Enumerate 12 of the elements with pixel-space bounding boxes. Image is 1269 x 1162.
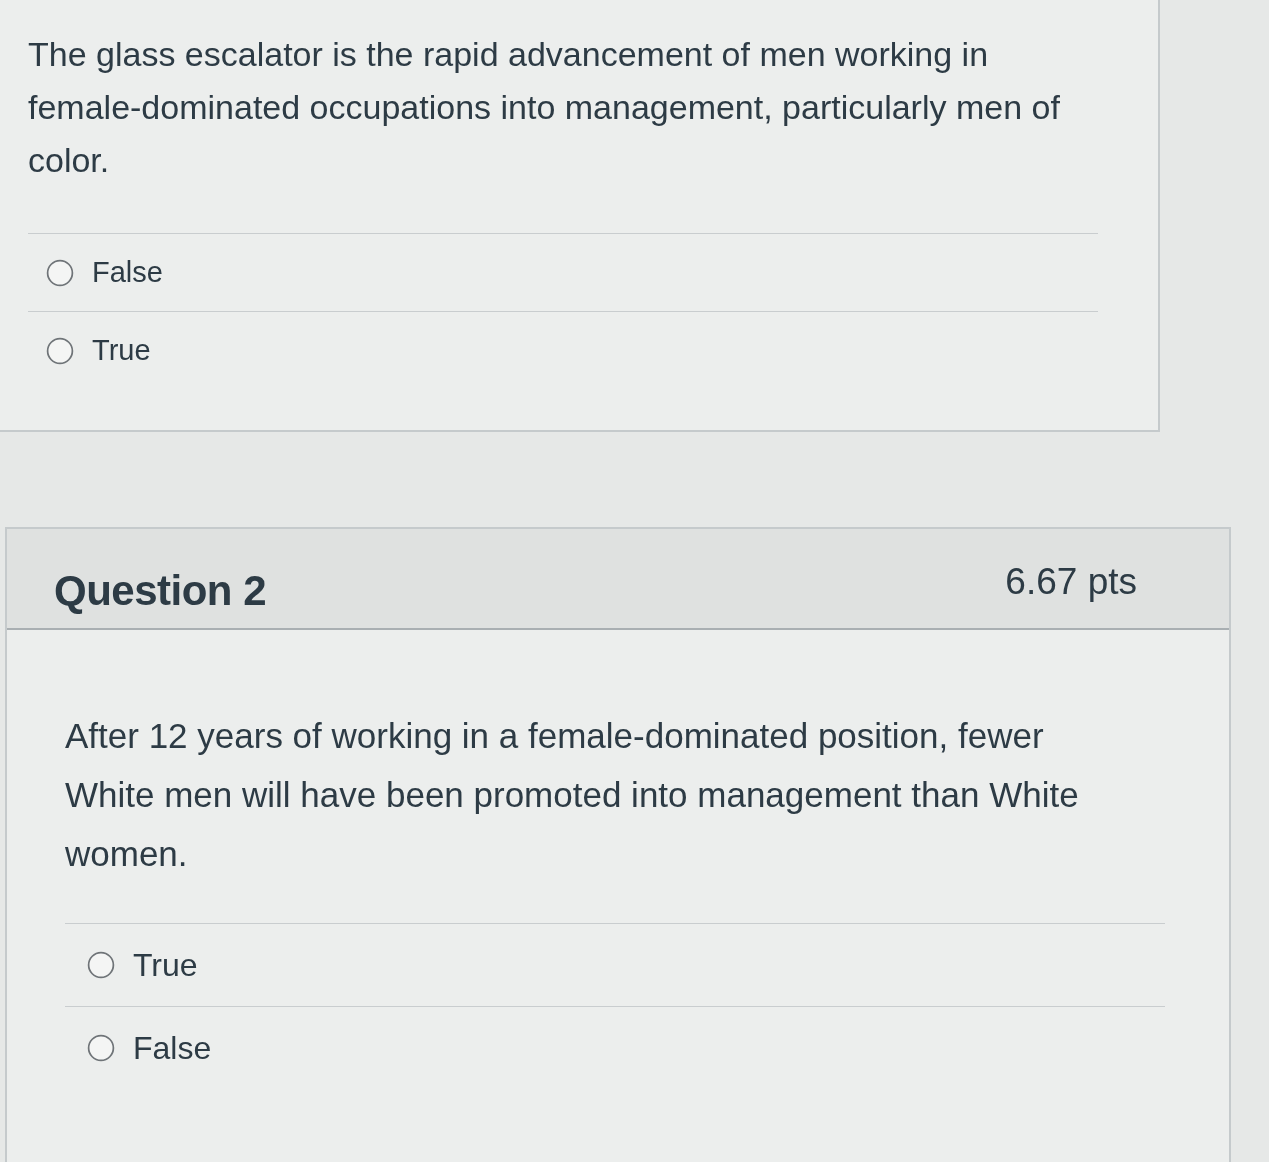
radio-button-icon[interactable] (46, 336, 74, 365)
question-points: 6.67 pts (1005, 561, 1137, 603)
answer-option[interactable]: False (65, 1007, 1165, 1089)
question-title: Question 2 (54, 567, 267, 615)
answer-option[interactable]: True (28, 312, 1098, 389)
answer-option[interactable]: True (65, 924, 1165, 1007)
question-text: After 12 years of working in a female-dominated position, fewer White men will have been promoted into management than White women. (65, 715, 1080, 875)
answer-option[interactable]: False (28, 234, 1098, 312)
radio-button-icon[interactable] (46, 258, 74, 287)
question-text: The glass escalator is the rapid advancement of men working in female-dominated occupations into management, particularly men of color. (28, 34, 1061, 181)
radio-button-icon[interactable] (87, 951, 115, 979)
radio-button-icon[interactable] (87, 1034, 115, 1062)
